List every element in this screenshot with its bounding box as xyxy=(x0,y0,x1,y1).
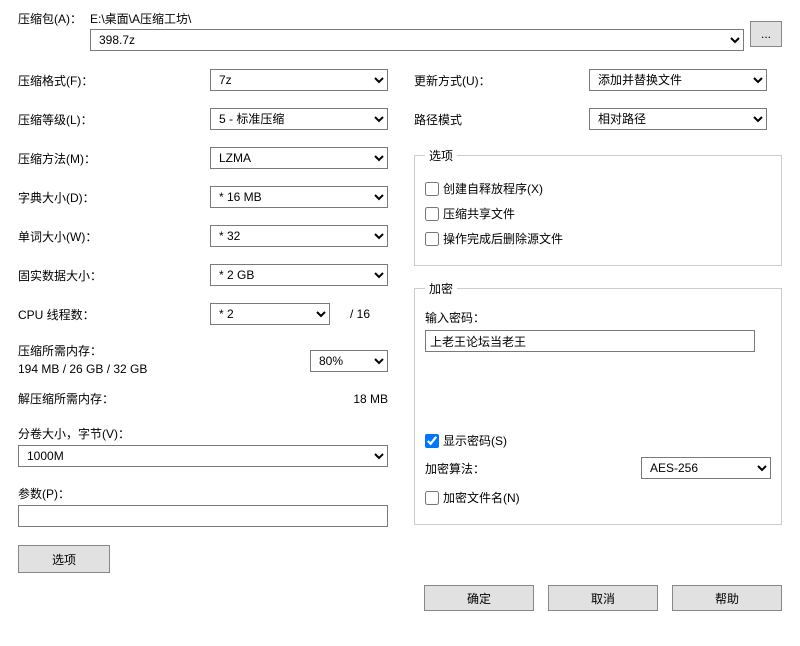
decomp-label: 解压缩所需内存： xyxy=(18,390,353,407)
show-password-checkbox[interactable] xyxy=(425,434,439,448)
mem-label: 压缩所需内存： xyxy=(18,342,310,360)
method-label: 压缩方法(M)： xyxy=(18,150,210,167)
password-input[interactable] xyxy=(425,330,755,352)
cpu-select[interactable]: * 2 xyxy=(210,303,330,325)
encrypt-names-label: 加密文件名(N) xyxy=(443,489,520,506)
pathmode-select[interactable]: 相对路径 xyxy=(589,108,767,130)
mem-percent-select[interactable]: 80% xyxy=(310,350,388,372)
format-label: 压缩格式(F)： xyxy=(18,72,210,89)
solid-select[interactable]: * 2 GB xyxy=(210,264,388,286)
ok-button[interactable]: 确定 xyxy=(424,585,534,611)
archive-filename-select[interactable]: 398.7z xyxy=(90,29,744,51)
encrypt-names-checkbox[interactable] xyxy=(425,491,439,505)
volume-select[interactable]: 1000M xyxy=(18,445,388,467)
cancel-button[interactable]: 取消 xyxy=(548,585,658,611)
format-select[interactable]: 7z xyxy=(210,69,388,91)
pathmode-label: 路径模式 xyxy=(414,111,589,128)
update-label: 更新方式(U)： xyxy=(414,72,589,89)
param-input[interactable] xyxy=(18,505,388,527)
delete-checkbox[interactable] xyxy=(425,232,439,246)
browse-button[interactable]: ... xyxy=(750,21,782,47)
encryption-legend: 加密 xyxy=(425,280,457,297)
options-legend: 选项 xyxy=(425,147,457,164)
help-button[interactable]: 帮助 xyxy=(672,585,782,611)
update-select[interactable]: 添加并替换文件 xyxy=(589,69,767,91)
sfx-label: 创建自释放程序(X) xyxy=(443,180,543,197)
mem-value: 194 MB / 26 GB / 32 GB xyxy=(18,360,310,378)
level-label: 压缩等级(L)： xyxy=(18,111,210,128)
enc-algo-label: 加密算法： xyxy=(425,460,641,477)
volume-label: 分卷大小，字节(V)： xyxy=(18,427,130,441)
level-select[interactable]: 5 - 标准压缩 xyxy=(210,108,388,130)
show-password-label: 显示密码(S) xyxy=(443,432,507,449)
word-label: 单词大小(W)： xyxy=(18,228,210,245)
sfx-checkbox[interactable] xyxy=(425,182,439,196)
password-label: 输入密码： xyxy=(425,311,485,325)
solid-label: 固实数据大小： xyxy=(18,267,210,284)
word-select[interactable]: * 32 xyxy=(210,225,388,247)
method-select[interactable]: LZMA xyxy=(210,147,388,169)
enc-algo-select[interactable]: AES-256 xyxy=(641,457,771,479)
encryption-fieldset: 加密 输入密码： 显示密码(S) 加密算法： AES-256 xyxy=(414,280,782,525)
archive-path: E:\桌面\A压缩工坊\ xyxy=(90,10,191,27)
options-button[interactable]: 选项 xyxy=(18,545,110,573)
cpu-label: CPU 线程数： xyxy=(18,306,210,323)
delete-label: 操作完成后删除源文件 xyxy=(443,230,563,247)
shared-label: 压缩共享文件 xyxy=(443,205,515,222)
decomp-value: 18 MB xyxy=(353,392,388,406)
param-label: 参数(P)： xyxy=(18,487,70,501)
archive-label: 压缩包(A)： xyxy=(18,10,90,27)
cpu-total: / 16 xyxy=(350,307,370,321)
dict-select[interactable]: * 16 MB xyxy=(210,186,388,208)
shared-checkbox[interactable] xyxy=(425,207,439,221)
dict-label: 字典大小(D)： xyxy=(18,189,210,206)
options-fieldset: 选项 创建自释放程序(X) 压缩共享文件 操作完成后删除源文件 xyxy=(414,147,782,266)
